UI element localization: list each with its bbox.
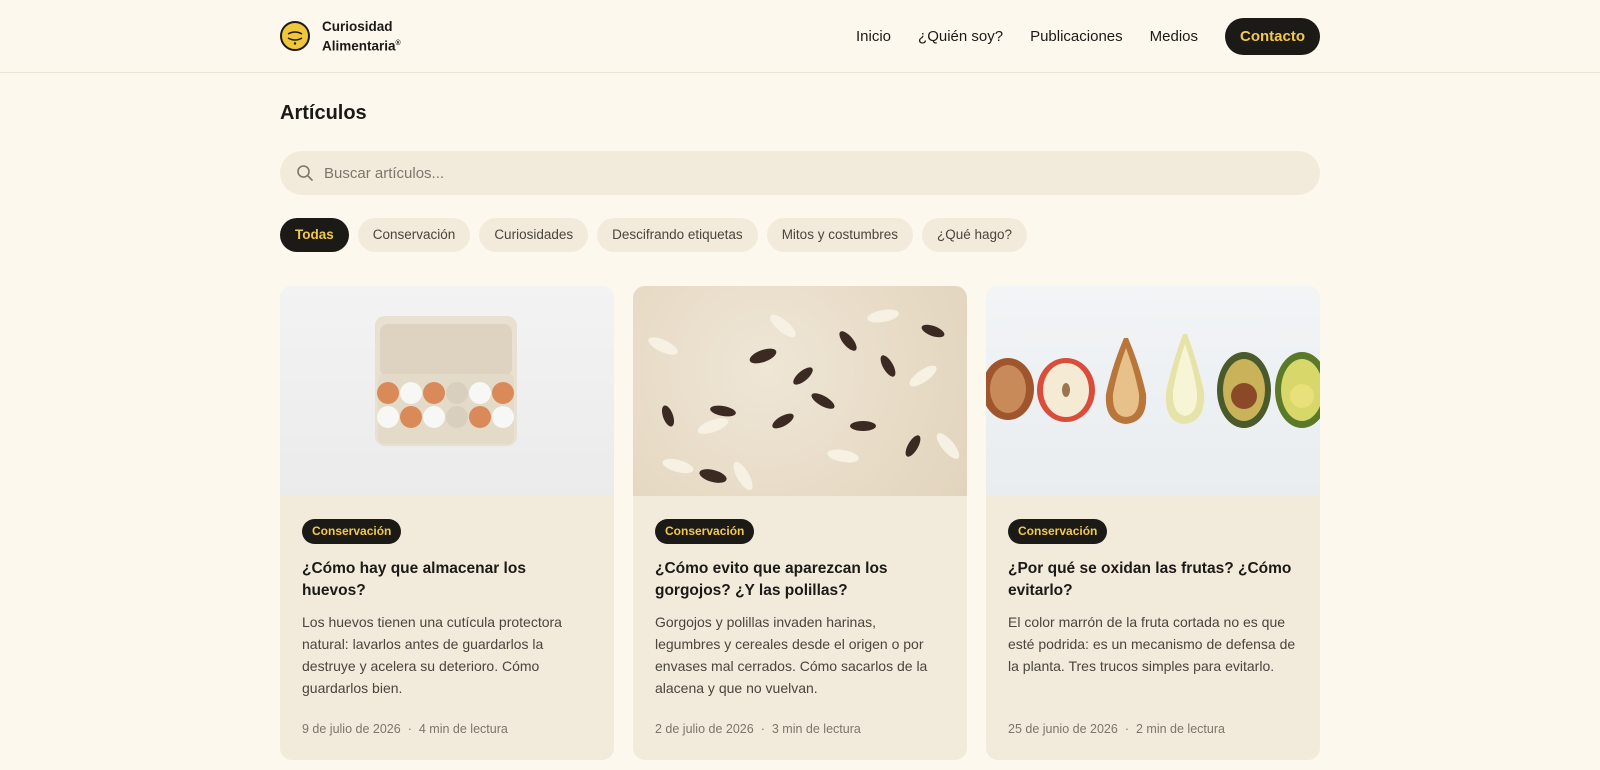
filter-mitos-y-costumbres[interactable]: Mitos y costumbres: [766, 218, 913, 252]
filter-que-hago[interactable]: ¿Qué hago?: [921, 218, 1028, 252]
article-title[interactable]: ¿Cómo hay que almacenar los huevos?: [302, 558, 592, 602]
brand-logo-icon: [280, 21, 310, 51]
brand-logo-link[interactable]: Curiosidad Alimentaria®: [280, 18, 401, 55]
nav-inicio[interactable]: Inicio: [856, 28, 891, 45]
weevils-on-rice-image: [633, 286, 967, 496]
search-bar[interactable]: [280, 151, 1320, 195]
filter-todas[interactable]: Todas: [280, 218, 349, 252]
filter-descifrando-etiquetas[interactable]: Descifrando etiquetas: [597, 218, 758, 252]
article-title[interactable]: ¿Por qué se oxidan las frutas? ¿Cómo evi…: [1008, 558, 1298, 602]
meta-separator: ·: [1124, 722, 1129, 736]
article-grid: Conservación ¿Cómo hay que almacenar los…: [280, 286, 1320, 760]
article-meta: 9 de julio de 2026 · 4 min de lectura: [302, 722, 508, 736]
article-card[interactable]: Conservación ¿Cómo evito que aparezcan l…: [633, 286, 967, 760]
egg-carton-image: [280, 286, 614, 496]
page-title: Artículos: [280, 102, 367, 124]
category-badge[interactable]: Conservación: [302, 519, 402, 544]
main-nav: Inicio ¿Quién soy? Publicaciones Medios …: [856, 17, 1320, 55]
nav-medios[interactable]: Medios: [1150, 28, 1198, 45]
article-meta: 25 de junio de 2026 · 2 min de lectura: [1008, 722, 1225, 736]
meta-separator: ·: [407, 722, 412, 736]
article-title[interactable]: ¿Cómo evito que aparezcan los gorgojos? …: [655, 558, 945, 602]
article-read-time: 3 min de lectura: [771, 722, 861, 736]
registered-mark: ®: [395, 39, 401, 47]
article-date: 9 de julio de 2026: [302, 722, 401, 736]
category-badge[interactable]: Conservación: [655, 519, 755, 544]
category-filters: Todas Conservación Curiosidades Descifra…: [280, 218, 1320, 252]
filter-conservacion[interactable]: Conservación: [357, 218, 471, 252]
nav-quien-soy[interactable]: ¿Quién soy?: [918, 28, 1003, 45]
main-content: Artículos Todas Conservación Curiosidade…: [280, 102, 1320, 760]
nav-publicaciones[interactable]: Publicaciones: [1030, 28, 1123, 45]
search-icon: [297, 165, 313, 181]
brand-name-line2: Alimentaria: [322, 38, 396, 54]
contact-button[interactable]: Contacto: [1225, 17, 1320, 55]
site-header: Curiosidad Alimentaria® Inicio ¿Quién so…: [0, 0, 1600, 73]
filter-curiosidades[interactable]: Curiosidades: [479, 218, 589, 252]
article-read-time: 4 min de lectura: [418, 722, 508, 736]
article-excerpt: Gorgojos y polillas invaden harinas, leg…: [655, 614, 928, 696]
article-card[interactable]: Conservación ¿Cómo hay que almacenar los…: [280, 286, 614, 760]
article-meta: 2 de julio de 2026 · 3 min de lectura: [655, 722, 861, 736]
article-excerpt: Los huevos tienen una cutícula protector…: [302, 614, 562, 696]
article-date: 25 de junio de 2026: [1008, 722, 1118, 736]
article-excerpt: El color marrón de la fruta cortada no e…: [1008, 614, 1296, 674]
brand-name: Curiosidad Alimentaria®: [322, 18, 401, 55]
article-card[interactable]: Conservación ¿Por qué se oxidan las frut…: [986, 286, 1320, 760]
oxidized-fruits-image: [986, 286, 1320, 496]
article-date: 2 de julio de 2026: [655, 722, 754, 736]
article-read-time: 2 min de lectura: [1136, 722, 1225, 736]
brand-name-line1: Curiosidad: [322, 18, 393, 34]
category-badge[interactable]: Conservación: [1008, 519, 1108, 544]
search-input[interactable]: [324, 164, 1320, 182]
meta-separator: ·: [760, 722, 765, 736]
